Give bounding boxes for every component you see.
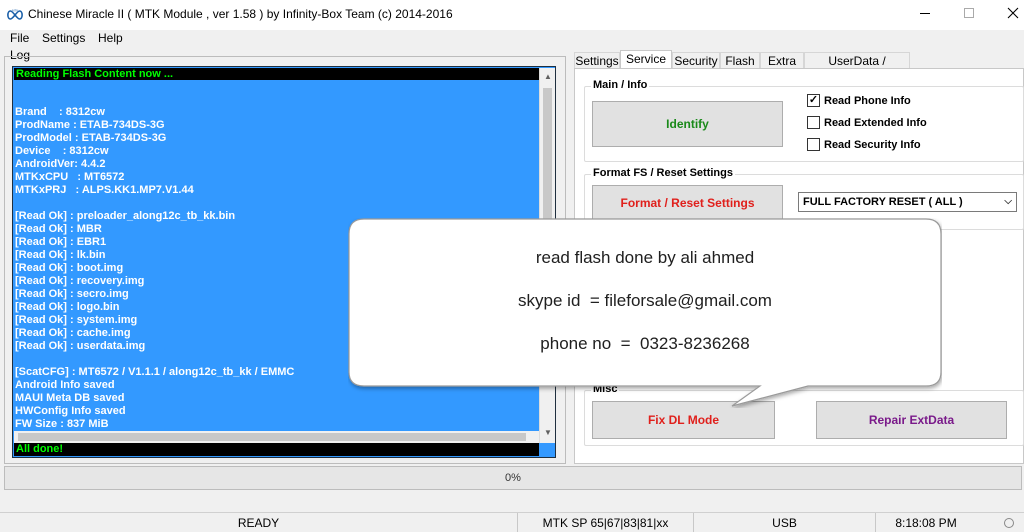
status-bar: READY MTK SP 65|67|83|81|xx USB 8:18:08 … [0,512,1024,532]
format-reset-button[interactable]: Format / Reset Settings [592,185,783,221]
scroll-up-icon[interactable]: ▲ [543,72,553,82]
resize-grip-icon[interactable] [1004,518,1014,528]
main-info-title: Main / Info [591,79,650,91]
scroll-down-icon[interactable]: ▼ [543,428,553,438]
format-reset-title: Format FS / Reset Settings [591,167,735,179]
read-extended-info-checkbox[interactable]: Read Extended Info [807,116,927,129]
log-header-line: Reading Flash Content now ... [14,68,539,80]
minimize-icon[interactable] [918,6,932,20]
identify-button[interactable]: Identify [592,101,783,147]
read-phone-info-checkbox[interactable]: ✓ Read Phone Info [807,94,911,107]
log-line: MTKxPRJ : ALPS.KK1.MP7.V1.44 [15,184,194,196]
svg-text:MTK: MTK [12,9,18,12]
log-line: Device : 8312cw [15,145,109,157]
checkbox-checked-icon: ✓ [807,94,820,107]
tab-service[interactable]: Service [620,50,672,70]
reset-mode-select[interactable]: FULL FACTORY RESET ( ALL ) ⌵ [798,192,1017,212]
status-sp-version: MTK SP 65|67|83|81|xx [518,513,694,532]
read-security-info-checkbox[interactable]: Read Security Info [807,138,921,151]
read-phone-info-label: Read Phone Info [824,94,911,107]
progress-label: 0% [505,472,521,484]
status-connection: USB [694,513,876,532]
callout-line-phone: phone no = 0323-8236268 [540,334,750,353]
log-line: MTKxCPU : MT6572 [15,171,125,183]
infinity-logo-icon: MTK [7,9,23,20]
read-security-info-label: Read Security Info [824,138,921,151]
log-line: AndroidVer: 4.4.2 [15,158,106,170]
progress-bar: 0% [4,466,1022,490]
reset-mode-value: FULL FACTORY RESET ( ALL ) [803,196,963,208]
title-bar: MTK Chinese Miracle II ( MTK Module , ve… [0,0,1024,30]
log-line: Brand : 8312cw [15,106,105,118]
log-line: FW Size : 837 MiB [15,418,109,430]
log-horizontal-scrollbar[interactable] [14,431,539,443]
log-horizontal-scroll-thumb[interactable] [18,433,526,441]
chevron-down-icon: ⌵ [1004,196,1012,207]
log-line: ProdName : ETAB-734DS-3G [15,119,165,131]
checkbox-unchecked-icon [807,138,820,151]
menu-settings[interactable]: Settings [42,31,85,45]
checkbox-unchecked-icon [807,116,820,129]
log-line: ProdModel : ETAB-734DS-3G [15,132,167,144]
callout-bubble: read flash done by ali ahmed skype id = … [348,218,942,407]
callout-bubble-shape [348,218,942,407]
menu-file[interactable]: File [10,31,29,45]
status-state: READY [0,513,518,532]
maximize-icon[interactable] [962,6,976,20]
log-footer-line: All done! [14,443,539,456]
callout-line-credit: read flash done by ali ahmed [535,248,755,267]
menu-help[interactable]: Help [98,31,123,45]
close-icon[interactable] [1006,6,1020,20]
callout-line-skype: skype id = fileforsale@gmail.com [518,291,772,310]
read-extended-info-label: Read Extended Info [824,116,927,129]
status-time: 8:18:08 PM [895,516,957,530]
menu-bar: File Settings Help [0,30,1024,48]
window-title: Chinese Miracle II ( MTK Module , ver 1.… [28,7,453,21]
